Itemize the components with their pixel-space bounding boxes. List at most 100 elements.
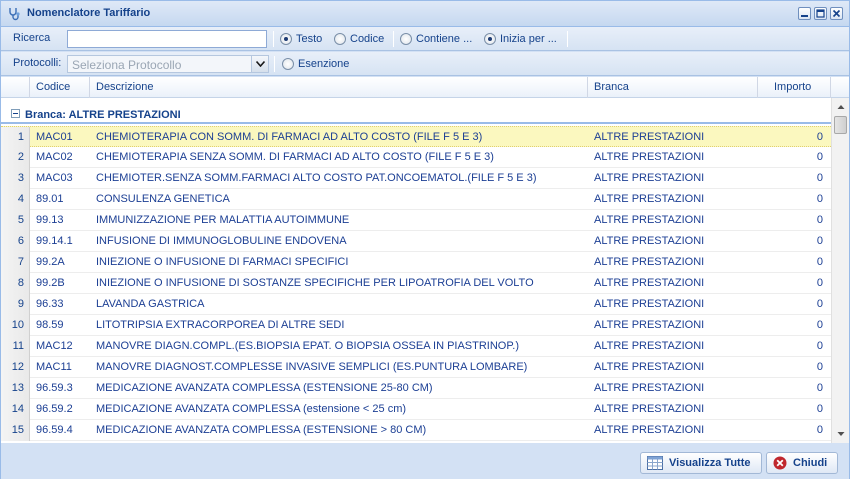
cell-code: 99.2B <box>36 277 65 289</box>
cell-amount: 0 <box>816 340 823 352</box>
header-branca[interactable]: Branca <box>588 77 758 98</box>
scroll-down-icon[interactable] <box>835 428 847 440</box>
title-bar[interactable]: Nomenclatore Tariffario <box>1 1 849 27</box>
radio-codice[interactable]: Codice <box>334 32 384 46</box>
table-row[interactable]: 13 96.59.3 MEDICAZIONE AVANZATA COMPLESSA … <box>1 378 831 399</box>
cell-code: 96.33 <box>36 298 64 310</box>
row-number: 12 <box>1 357 30 378</box>
row-number: 15 <box>1 420 30 441</box>
cell-branca: ALTRE PRESTAZIONI <box>594 403 705 415</box>
cell-amount: 0 <box>816 235 823 247</box>
cell-code: 99.14.1 <box>36 235 73 247</box>
table-row[interactable]: 3 MAC03 CHEMIOTER.SENZA SOMM.FARMACI ALTO … <box>1 168 831 189</box>
minimize-button[interactable] <box>798 7 811 20</box>
cell-amount: 0 <box>816 131 823 143</box>
header-code[interactable]: Codice <box>30 77 90 98</box>
cell-amount: 0 <box>816 319 823 331</box>
vertical-scrollbar[interactable] <box>831 98 849 443</box>
header-description[interactable]: Descrizione <box>90 77 588 98</box>
cell-branca: ALTRE PRESTAZIONI <box>594 256 705 268</box>
table-row[interactable]: 2 MAC02 CHEMIOTERAPIA SENZA SOMM. DI FARMA… <box>1 147 831 168</box>
close-icon <box>832 9 841 18</box>
row-number: 6 <box>1 231 30 252</box>
cell-branca: ALTRE PRESTAZIONI <box>594 193 705 205</box>
radio-checked-icon <box>484 33 496 45</box>
cell-code: 96.59.2 <box>36 403 73 415</box>
radio-unchecked-icon <box>282 58 294 70</box>
cell-description: CHEMIOTERAPIA SENZA SOMM. DI FARMACI AD … <box>96 151 494 163</box>
table-row[interactable]: 6 99.14.1 INFUSIONE DI IMMUNOGLOBULINE END… <box>1 231 831 252</box>
maximize-icon <box>816 9 825 18</box>
cell-branca: ALTRE PRESTAZIONI <box>594 382 705 394</box>
cell-amount: 0 <box>816 298 823 310</box>
cell-description: INIEZIONE O INFUSIONE DI SOSTANZE SPECIF… <box>96 277 534 289</box>
scroll-up-icon[interactable] <box>835 101 847 113</box>
row-number: 4 <box>1 189 30 210</box>
cell-branca: ALTRE PRESTAZIONI <box>594 214 705 226</box>
scroll-thumb[interactable] <box>834 116 847 134</box>
table-row[interactable]: 10 98.59 LITOTRIPSIA EXTRACORPOREA DI ALTR… <box>1 315 831 336</box>
row-number: 14 <box>1 399 30 420</box>
window-title: Nomenclatore Tariffario <box>27 7 151 19</box>
cell-code: 89.01 <box>36 193 64 205</box>
cell-branca: ALTRE PRESTAZIONI <box>594 340 705 352</box>
maximize-button[interactable] <box>814 7 827 20</box>
cell-amount: 0 <box>816 256 823 268</box>
stethoscope-icon <box>9 8 20 21</box>
radio-esenzione[interactable]: Esenzione <box>282 57 349 71</box>
cell-code: 98.59 <box>36 319 64 331</box>
row-number: 10 <box>1 315 30 336</box>
row-number: 7 <box>1 252 30 273</box>
close-button[interactable]: Chiudi <box>766 452 839 474</box>
table-row[interactable]: 15 96.59.4 MEDICAZIONE AVANZATA COMPLESSA … <box>1 420 831 441</box>
protocol-toolbar: Protocolli: Seleziona Protocollo Esenzio… <box>1 52 849 76</box>
cell-amount: 0 <box>816 277 823 289</box>
protocol-combo-trigger[interactable] <box>251 56 268 72</box>
toolbar-separator <box>393 31 394 47</box>
cell-description: CHEMIOTER.SENZA SOMM.FARMACI ALTO COSTO … <box>96 172 537 184</box>
cell-description: INIEZIONE O INFUSIONE DI FARMACI SPECIFI… <box>96 256 349 268</box>
minimize-icon <box>801 15 808 17</box>
cell-description: MANOVRE DIAGN.COMPL.(ES.BIOPSIA EPAT. O … <box>96 340 520 352</box>
cell-description: LAVANDA GASTRICA <box>96 298 205 310</box>
radio-unchecked-icon <box>400 33 412 45</box>
show-all-button[interactable]: Visualizza Tutte <box>640 452 762 474</box>
toolbar-separator <box>273 31 274 47</box>
toolbar-separator <box>274 56 275 72</box>
radio-inizia-per[interactable]: Inizia per ... <box>484 32 557 46</box>
search-input[interactable] <box>67 30 267 48</box>
table-row[interactable]: 7 99.2A INIEZIONE O INFUSIONE DI FARMACI S… <box>1 252 831 273</box>
row-number: 1 <box>1 127 30 148</box>
cell-amount: 0 <box>816 151 823 163</box>
table-row[interactable]: 12 MAC11 MANOVRE DIAGNOST.COMPLESSE INVASI… <box>1 357 831 378</box>
radio-testo[interactable]: Testo <box>280 32 322 46</box>
cell-description: LITOTRIPSIA EXTRACORPOREA DI ALTRE SEDI <box>96 319 345 331</box>
chevron-down-icon <box>256 61 265 67</box>
radio-inizia-per-label: Inizia per ... <box>500 33 557 45</box>
radio-checked-icon <box>280 33 292 45</box>
cell-branca: ALTRE PRESTAZIONI <box>594 172 705 184</box>
radio-testo-label: Testo <box>296 33 323 45</box>
table-row[interactable]: 8 99.2B INIEZIONE O INFUSIONE DI SOSTANZE … <box>1 273 831 294</box>
table-row[interactable]: 14 96.59.2 MEDICAZIONE AVANZATA COMPLESSA … <box>1 399 831 420</box>
header-amount[interactable]: Importo <box>758 77 831 98</box>
table-row[interactable]: 5 99.13 IMMUNIZZAZIONE PER MALATTIA AUTOIM… <box>1 210 831 231</box>
cell-description: MEDICAZIONE AVANZATA COMPLESSA (estensio… <box>96 403 407 415</box>
radio-codice-label: Codice <box>350 33 385 45</box>
cell-branca: ALTRE PRESTAZIONI <box>594 235 705 247</box>
table-row[interactable]: 1 MAC01 CHEMIOTERAPIA CON SOMM. DI FARMACI… <box>1 126 831 148</box>
protocol-combo[interactable]: Seleziona Protocollo <box>67 55 269 73</box>
cell-code: MAC11 <box>36 361 72 373</box>
cell-description: INFUSIONE DI IMMUNOGLOBULINE ENDOVENA <box>96 235 347 247</box>
radio-contiene[interactable]: Contiene ... <box>400 32 472 46</box>
cell-amount: 0 <box>816 382 823 394</box>
table-row[interactable]: 4 89.01 CONSULENZA GENETICA ALTRE PRESTAZIO… <box>1 189 831 210</box>
close-window-button[interactable] <box>830 7 843 20</box>
group-header[interactable]: Branca: ALTRE PRESTAZIONI <box>1 104 831 124</box>
table-row[interactable]: 11 MAC12 MANOVRE DIAGN.COMPL.(ES.BIOPSIA E… <box>1 336 831 357</box>
row-number: 11 <box>1 336 30 357</box>
table-icon <box>647 456 663 470</box>
search-toolbar: Ricerca Testo Codice Contiene ... Inizia… <box>1 27 849 51</box>
collapse-icon[interactable] <box>11 109 20 118</box>
table-row[interactable]: 9 96.33 LAVANDA GASTRICA ALTRE PRESTAZIONI 0 <box>1 294 831 315</box>
